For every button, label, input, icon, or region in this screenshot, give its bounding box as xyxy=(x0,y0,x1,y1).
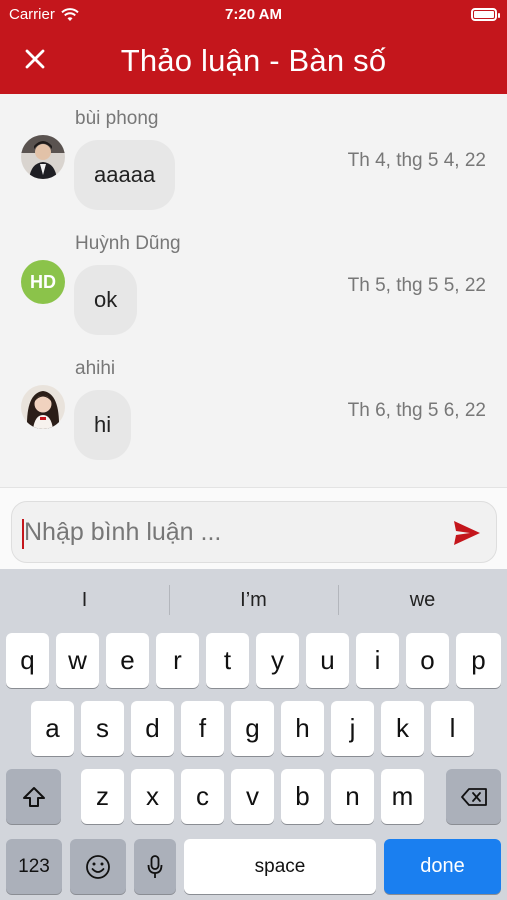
key[interactable]: i xyxy=(356,633,399,688)
comment-item: Huỳnh Dũng HD ok Th 5, thg 5 5, 22 xyxy=(0,219,507,344)
key[interactable]: f xyxy=(181,701,224,756)
comment-bubble: hi xyxy=(74,390,132,460)
key[interactable]: k xyxy=(381,701,424,756)
key[interactable]: u xyxy=(306,633,349,688)
avatar-initials[interactable]: HD xyxy=(21,260,65,304)
key[interactable]: w xyxy=(56,633,99,688)
suggestion-item[interactable]: I’m xyxy=(169,569,338,631)
comment-date: Th 5, thg 5 5, 22 xyxy=(347,275,486,296)
key[interactable]: j xyxy=(331,701,374,756)
key[interactable]: s xyxy=(81,701,124,756)
suggestion-item[interactable]: we xyxy=(338,569,507,631)
done-key[interactable]: done xyxy=(384,839,501,894)
key[interactable]: t xyxy=(206,633,249,688)
backspace-key[interactable] xyxy=(446,769,501,824)
emoji-key[interactable] xyxy=(70,839,126,894)
comment-input[interactable] xyxy=(24,502,444,562)
suggestion-item[interactable]: I xyxy=(0,569,169,631)
user-photo-avatar xyxy=(21,385,65,429)
key[interactable]: l xyxy=(431,701,474,756)
comment-date: Th 4, thg 5 4, 22 xyxy=(347,150,486,171)
status-time: 7:20 AM xyxy=(225,6,282,23)
key[interactable]: v xyxy=(231,769,274,824)
comment-list[interactable]: bùi phong aaaaa Th 4, thg 5 4, 22 Huỳnh … xyxy=(0,94,507,487)
comment-composer xyxy=(0,487,507,569)
dictation-key[interactable] xyxy=(134,839,176,894)
avatar[interactable] xyxy=(21,135,65,179)
comment-author: Huỳnh Dũng xyxy=(75,233,181,254)
key[interactable]: m xyxy=(381,769,424,824)
page-title: Thảo luận - Bàn số xyxy=(120,43,387,78)
key[interactable]: o xyxy=(406,633,449,688)
comment-date: Th 6, thg 5 6, 22 xyxy=(347,400,486,421)
key[interactable]: z xyxy=(81,769,124,824)
key[interactable]: q xyxy=(6,633,49,688)
comment-author: ahihi xyxy=(75,358,116,379)
key[interactable]: p xyxy=(456,633,501,688)
battery-icon xyxy=(471,8,500,21)
user-photo-avatar xyxy=(21,135,65,179)
key[interactable]: a xyxy=(31,701,74,756)
comment-author: bùi phong xyxy=(75,108,159,129)
shift-icon xyxy=(22,786,45,807)
send-icon xyxy=(454,521,480,545)
emoji-icon xyxy=(86,854,110,879)
onscreen-keyboard: I I’m we q w e r t y u i o p a s d f g h… xyxy=(0,569,507,900)
comment-input-box[interactable] xyxy=(11,501,497,563)
avatar-initials-text: HD xyxy=(30,271,56,292)
suggestion-bar: I I’m we xyxy=(0,569,507,631)
numbers-key[interactable]: 123 xyxy=(6,839,62,894)
key[interactable]: x xyxy=(131,769,174,824)
comment-bubble: aaaaa xyxy=(74,140,176,210)
comment-item: ahihi hi Th 6, thg 5 6, 22 xyxy=(0,344,507,469)
avatar[interactable] xyxy=(21,385,65,429)
key[interactable]: e xyxy=(106,633,149,688)
space-key[interactable]: space xyxy=(184,839,376,894)
app-header: Carrier 7:20 AM Thảo luận - Bàn số xyxy=(0,0,507,94)
key[interactable]: y xyxy=(256,633,299,688)
comment-bubble: ok xyxy=(74,265,138,335)
key[interactable]: b xyxy=(281,769,324,824)
key[interactable]: d xyxy=(131,701,174,756)
status-bar: Carrier 7:20 AM xyxy=(0,0,507,30)
backspace-icon xyxy=(460,787,487,806)
comment-item: bùi phong aaaaa Th 4, thg 5 4, 22 xyxy=(0,94,507,219)
key[interactable]: c xyxy=(181,769,224,824)
microphone-icon xyxy=(147,854,163,878)
send-button[interactable] xyxy=(452,519,482,547)
shift-key[interactable] xyxy=(6,769,61,824)
key[interactable]: g xyxy=(231,701,274,756)
key[interactable]: r xyxy=(156,633,199,688)
key[interactable]: n xyxy=(331,769,374,824)
key[interactable]: h xyxy=(281,701,324,756)
